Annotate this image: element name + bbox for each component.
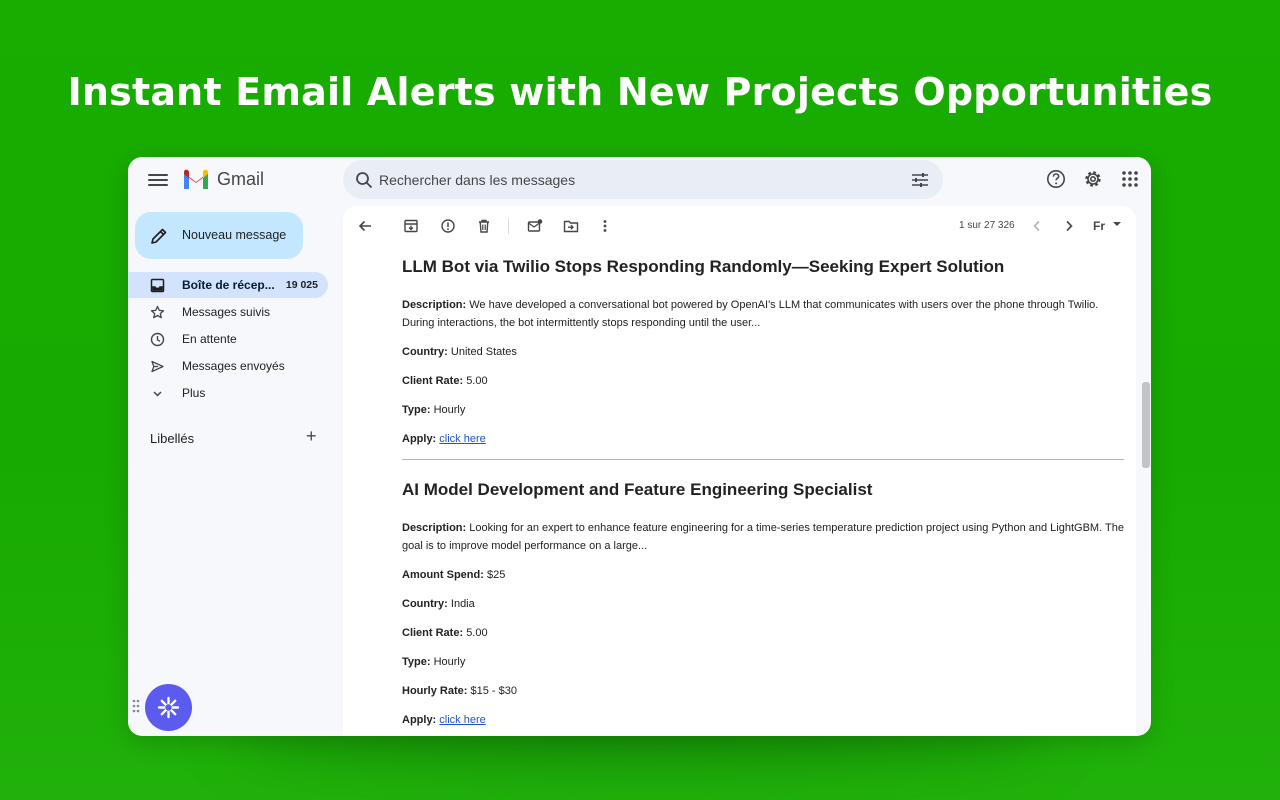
job-listing: LLM Bot via Twilio Stops Responding Rand… xyxy=(402,257,1126,448)
inbox-count-badge: 19 025 xyxy=(285,279,318,291)
search-icon[interactable] xyxy=(355,171,373,189)
gmail-window: Gmail Rechercher dans les messages Nouve… xyxy=(128,157,1151,736)
field-label: Client Rate: xyxy=(402,627,464,639)
search-options-icon[interactable] xyxy=(911,171,929,189)
job-field-client-rate: Client Rate: 5.00 xyxy=(402,624,1126,642)
field-label: Client Rate: xyxy=(402,375,464,387)
job-title: LLM Bot via Twilio Stops Responding Rand… xyxy=(402,257,1005,276)
field-label: Type: xyxy=(402,404,431,416)
delete-trash-icon[interactable] xyxy=(476,218,492,234)
chevron-down-icon xyxy=(153,391,162,397)
sidebar-item-more[interactable]: Plus xyxy=(128,380,328,406)
mark-unread-icon[interactable] xyxy=(527,218,543,234)
input-language-toggle[interactable]: Fr xyxy=(1093,219,1105,233)
inbox-icon xyxy=(150,278,165,293)
field-label: Apply: xyxy=(402,714,437,726)
job-field-apply: Apply: click here xyxy=(402,430,1126,448)
field-value: 5.00 xyxy=(466,627,488,639)
compose-button[interactable]: Nouveau message xyxy=(135,212,303,259)
chevron-right-icon[interactable] xyxy=(1061,218,1077,234)
star-icon xyxy=(150,305,165,319)
drag-handle-icon[interactable] xyxy=(132,699,140,713)
field-value: Hourly xyxy=(433,656,466,668)
job-description: Description: We have developed a convers… xyxy=(402,296,1126,332)
archive-icon[interactable] xyxy=(403,218,419,234)
sidebar-item-label: Plus xyxy=(182,386,206,400)
report-spam-icon[interactable] xyxy=(440,218,456,234)
compose-label: Nouveau message xyxy=(182,228,287,242)
search-input[interactable]: Rechercher dans les messages xyxy=(379,172,575,188)
gmail-logo-icon xyxy=(184,169,208,189)
field-label: Country: xyxy=(402,598,448,610)
sidebar-item-label: Boîte de récep... xyxy=(182,278,275,292)
sidebar-item-starred[interactable]: Messages suivis xyxy=(128,299,328,325)
email-body: LLM Bot via Twilio Stops Responding Rand… xyxy=(402,257,1126,736)
back-arrow-icon[interactable] xyxy=(357,218,373,234)
more-options-icon[interactable] xyxy=(597,218,613,234)
job-title: AI Model Development and Feature Enginee… xyxy=(402,480,873,499)
message-scrollbar[interactable] xyxy=(1142,382,1150,468)
job-field-type: Type: Hourly xyxy=(402,401,1126,419)
job-field-amount-spend: Amount Spend: $25 xyxy=(402,566,1126,584)
clock-icon xyxy=(150,332,165,347)
sidebar-item-inbox[interactable]: Boîte de récep... 19 025 xyxy=(128,272,328,298)
sidebar-item-sent[interactable]: Messages envoyés xyxy=(128,353,328,379)
gmail-brand: Gmail xyxy=(217,169,265,189)
apply-link[interactable]: click here xyxy=(439,433,485,445)
sidebar-item-snoozed[interactable]: En attente xyxy=(128,326,328,352)
job-field-hourly-rate: Hourly Rate: $15 - $30 xyxy=(402,682,1126,700)
job-field-client-rate: Client Rate: 5.00 xyxy=(402,372,1126,390)
field-label: Description: xyxy=(402,299,467,311)
job-field-country: Country: United States xyxy=(402,343,1126,361)
pagination-count: 1 sur 27 326 xyxy=(959,220,1015,231)
apply-link[interactable]: click here xyxy=(439,714,485,726)
send-icon xyxy=(151,360,164,373)
job-listing: AI Model Development and Feature Enginee… xyxy=(402,480,1126,729)
apps-grid-icon[interactable] xyxy=(1120,169,1140,189)
field-label: Amount Spend: xyxy=(402,569,484,581)
sparkle-icon xyxy=(157,696,180,719)
sidebar-item-label: Messages suivis xyxy=(182,305,271,319)
chevron-left-icon[interactable] xyxy=(1029,218,1045,234)
field-value: $15 - $30 xyxy=(470,685,517,697)
job-field-country: Country: India xyxy=(402,595,1126,613)
sidebar-item-label: En attente xyxy=(182,332,237,346)
job-divider xyxy=(402,459,1124,460)
search-bar[interactable]: Rechercher dans les messages xyxy=(343,160,943,199)
job-field-type: Type: Hourly xyxy=(402,653,1126,671)
labels-heading: Libellés xyxy=(150,431,195,446)
field-value: Looking for an expert to enhance feature… xyxy=(402,522,1124,552)
language-dropdown-caret-icon[interactable] xyxy=(1113,222,1121,226)
field-value: 5.00 xyxy=(466,375,488,387)
field-value: Hourly xyxy=(433,404,466,416)
field-value: We have developed a conversational bot p… xyxy=(402,299,1099,329)
message-pane: 1 sur 27 326 Fr LLM Bot via Twilio Stops… xyxy=(343,206,1136,736)
job-description: Description: Looking for an expert to en… xyxy=(402,519,1126,555)
field-label: Type: xyxy=(402,656,431,668)
menu-icon[interactable] xyxy=(148,171,168,187)
help-icon[interactable] xyxy=(1046,169,1066,189)
job-field-apply: Apply: click here xyxy=(402,711,1126,729)
field-label: Apply: xyxy=(402,433,437,445)
extension-fab-button[interactable] xyxy=(145,684,192,731)
move-to-folder-icon[interactable] xyxy=(563,218,579,234)
page-headline: Instant Email Alerts with New Projects O… xyxy=(67,70,1213,114)
add-label-button[interactable]: + xyxy=(306,427,317,445)
field-value: United States xyxy=(450,346,517,358)
field-label: Hourly Rate: xyxy=(402,685,468,697)
message-toolbar: 1 sur 27 326 Fr xyxy=(343,206,1136,246)
sidebar-item-label: Messages envoyés xyxy=(182,359,285,373)
field-value: $25 xyxy=(486,569,506,581)
toolbar-divider xyxy=(508,218,509,234)
field-label: Description: xyxy=(402,522,467,534)
pencil-icon xyxy=(151,228,167,244)
settings-gear-icon[interactable] xyxy=(1083,169,1103,189)
field-label: Country: xyxy=(402,346,448,358)
field-value: India xyxy=(450,598,475,610)
